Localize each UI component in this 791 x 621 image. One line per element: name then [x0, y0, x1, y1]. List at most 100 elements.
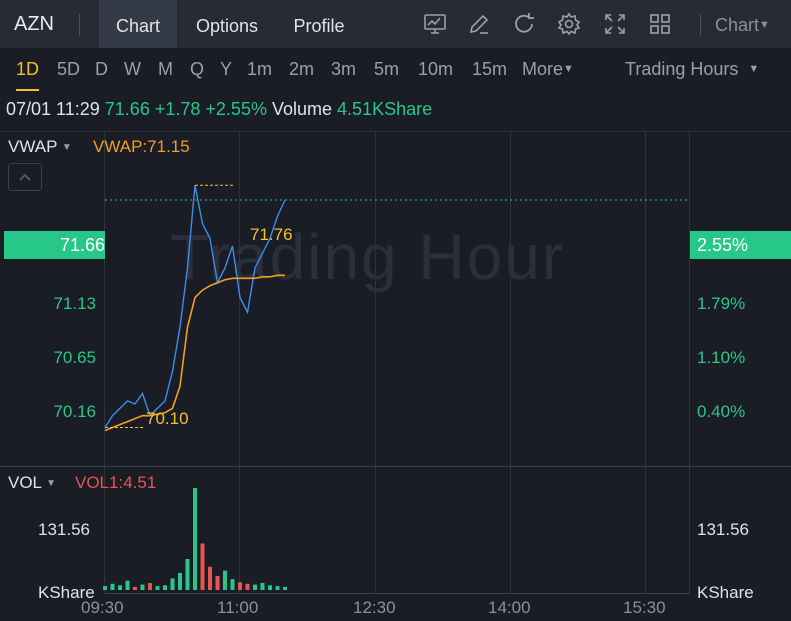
- chart-type-label: Chart: [715, 15, 760, 35]
- more-label: More: [522, 59, 564, 79]
- volume-label: Volume: [271, 99, 333, 119]
- volume-bar: [118, 585, 122, 590]
- volume-bar: [223, 570, 227, 590]
- x-tick-label: 15:30: [623, 598, 666, 617]
- watermark: Trading Hour: [170, 221, 566, 293]
- indicator-label: VWAP: [8, 137, 58, 156]
- caret-down-icon: ▼: [61, 142, 72, 153]
- y-axis-pct-label: 0.40%: [697, 402, 746, 421]
- chart-line-icon[interactable]: [423, 12, 447, 36]
- price-chart: [103, 184, 690, 590]
- volume-bar: [215, 576, 220, 590]
- period-more[interactable]: More▼: [522, 59, 574, 80]
- period-y[interactable]: Y: [220, 59, 232, 80]
- volume-bar: [110, 583, 115, 590]
- period-5m[interactable]: 5m: [374, 59, 399, 80]
- volume-bar: [275, 586, 280, 590]
- volume-bar: [125, 580, 130, 590]
- grid-line: [689, 131, 690, 593]
- session-label: Trading Hours: [625, 59, 739, 79]
- fullscreen-icon[interactable]: [603, 12, 627, 36]
- period-3m[interactable]: 3m: [331, 59, 356, 80]
- vwap-series-line: [104, 274, 285, 432]
- y-axis-label: 70.65: [53, 348, 96, 367]
- quote-price: 71.66: [104, 99, 150, 119]
- ticker-symbol: AZN: [14, 13, 54, 35]
- period-1m[interactable]: 1m: [247, 59, 272, 80]
- caret-down-icon: ▼: [563, 63, 574, 75]
- volume-axis-label: 131.56: [697, 520, 749, 539]
- top-bar: AZN Chart Options Profile Chart▼: [0, 0, 791, 48]
- period-15m[interactable]: 15m: [472, 59, 507, 80]
- volume-bar: [245, 583, 250, 590]
- vol-value: VOL1:4.51: [75, 473, 157, 492]
- settings-icon[interactable]: [557, 12, 581, 36]
- period-m[interactable]: M: [158, 59, 173, 80]
- grid-line: [0, 131, 791, 132]
- volume-bar: [208, 566, 212, 590]
- x-tick-label: 11:00: [217, 598, 259, 617]
- y-axis-pct-label: 1.79%: [697, 294, 746, 313]
- grid-line: [239, 131, 240, 593]
- grid-line: [645, 131, 646, 593]
- y-axis-label: 71.13: [53, 294, 96, 313]
- session-dropdown[interactable]: Trading Hours ▼: [625, 59, 759, 80]
- x-tick-label: 09:30: [81, 598, 124, 617]
- current-pct-label: 2.55%: [697, 235, 749, 255]
- tab-chart[interactable]: Chart: [99, 0, 177, 48]
- panel-divider: [0, 466, 791, 467]
- volume-bar: [283, 586, 287, 590]
- volume-bar: [268, 585, 272, 590]
- draw-icon[interactable]: [467, 12, 491, 36]
- current-pct-tag: 2.55%: [690, 231, 791, 259]
- volume-indicator-label: VOL: [8, 473, 42, 492]
- volume-bar: [185, 558, 190, 590]
- volume-bar: [260, 583, 265, 590]
- vwap-value: VWAP:71.15: [93, 137, 190, 156]
- period-bar: 1D 5D D W M Q Y 1m 2m 3m 5m 10m 15m More…: [0, 48, 791, 92]
- low-annotation: 70.10: [146, 409, 189, 428]
- period-1d[interactable]: 1D: [16, 59, 40, 91]
- quote-change-pct: +2.55%: [205, 99, 267, 119]
- current-price-tag: 71.66: [4, 231, 105, 259]
- y-axis-pct-label: 1.10%: [697, 348, 746, 367]
- caret-down-icon: ▼: [759, 19, 770, 31]
- x-axis-line: [104, 593, 690, 594]
- layout-grid-icon[interactable]: [648, 12, 672, 36]
- volume-bar: [170, 578, 175, 590]
- volume-bar: [253, 584, 257, 590]
- quote-change: +1.78: [154, 99, 201, 119]
- indicator-dropdown[interactable]: VWAP ▼: [8, 137, 72, 157]
- caret-down-icon: ▼: [748, 63, 760, 75]
- volume-bar: [148, 583, 152, 590]
- volume-bar: [178, 572, 182, 590]
- volume-indicator-dropdown[interactable]: VOL ▼: [8, 473, 56, 493]
- grid-line: [510, 131, 511, 593]
- divider: [700, 14, 701, 36]
- tab-profile[interactable]: Profile: [280, 0, 358, 48]
- x-tick-label: 14:00: [488, 598, 531, 617]
- chevron-up-icon: [19, 173, 31, 181]
- period-5d[interactable]: 5D: [57, 59, 80, 80]
- refresh-icon[interactable]: [512, 12, 536, 36]
- volume-axis-label: 131.56: [38, 520, 90, 539]
- period-d[interactable]: D: [95, 59, 108, 80]
- collapse-button[interactable]: [8, 163, 42, 191]
- chart-type-dropdown[interactable]: Chart▼: [715, 15, 770, 36]
- volume-bar: [163, 585, 167, 590]
- divider: [79, 14, 80, 36]
- period-10m[interactable]: 10m: [418, 59, 453, 80]
- x-tick-label: 12:30: [353, 598, 396, 617]
- caret-down-icon: ▼: [46, 478, 57, 489]
- quote-datetime: 07/01 11:29: [6, 99, 100, 119]
- quote-line: 07/01 11:29 71.66 +1.78 +2.55% Volume 4.…: [6, 99, 432, 120]
- grid-line: [375, 131, 376, 593]
- quote-volume: 4.51KShare: [337, 99, 433, 119]
- period-w[interactable]: W: [124, 59, 141, 80]
- volume-bar: [133, 586, 137, 590]
- period-q[interactable]: Q: [190, 59, 204, 80]
- grid-line: [104, 131, 105, 593]
- volume-bar: [140, 584, 145, 590]
- period-2m[interactable]: 2m: [289, 59, 314, 80]
- tab-options[interactable]: Options: [181, 0, 273, 48]
